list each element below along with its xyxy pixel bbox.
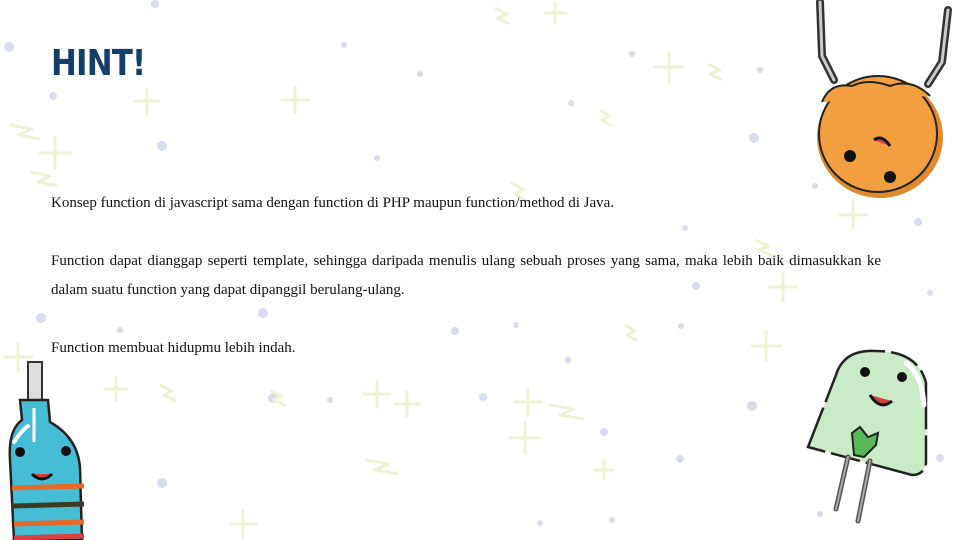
paragraph-1: Konsep function di javascript sama denga… [51, 195, 615, 211]
capacitor-character [816, 0, 952, 198]
slide-body: Konsep function di javascript sama denga… [51, 189, 881, 392]
paragraph-2: Function dapat dianggap seperti template… [51, 253, 881, 298]
page-title: HINT! [51, 43, 146, 84]
led-character [806, 349, 928, 524]
bottle-character [8, 361, 85, 540]
paragraph-3: Function membuat hidupmu lebih indah. [51, 340, 296, 356]
